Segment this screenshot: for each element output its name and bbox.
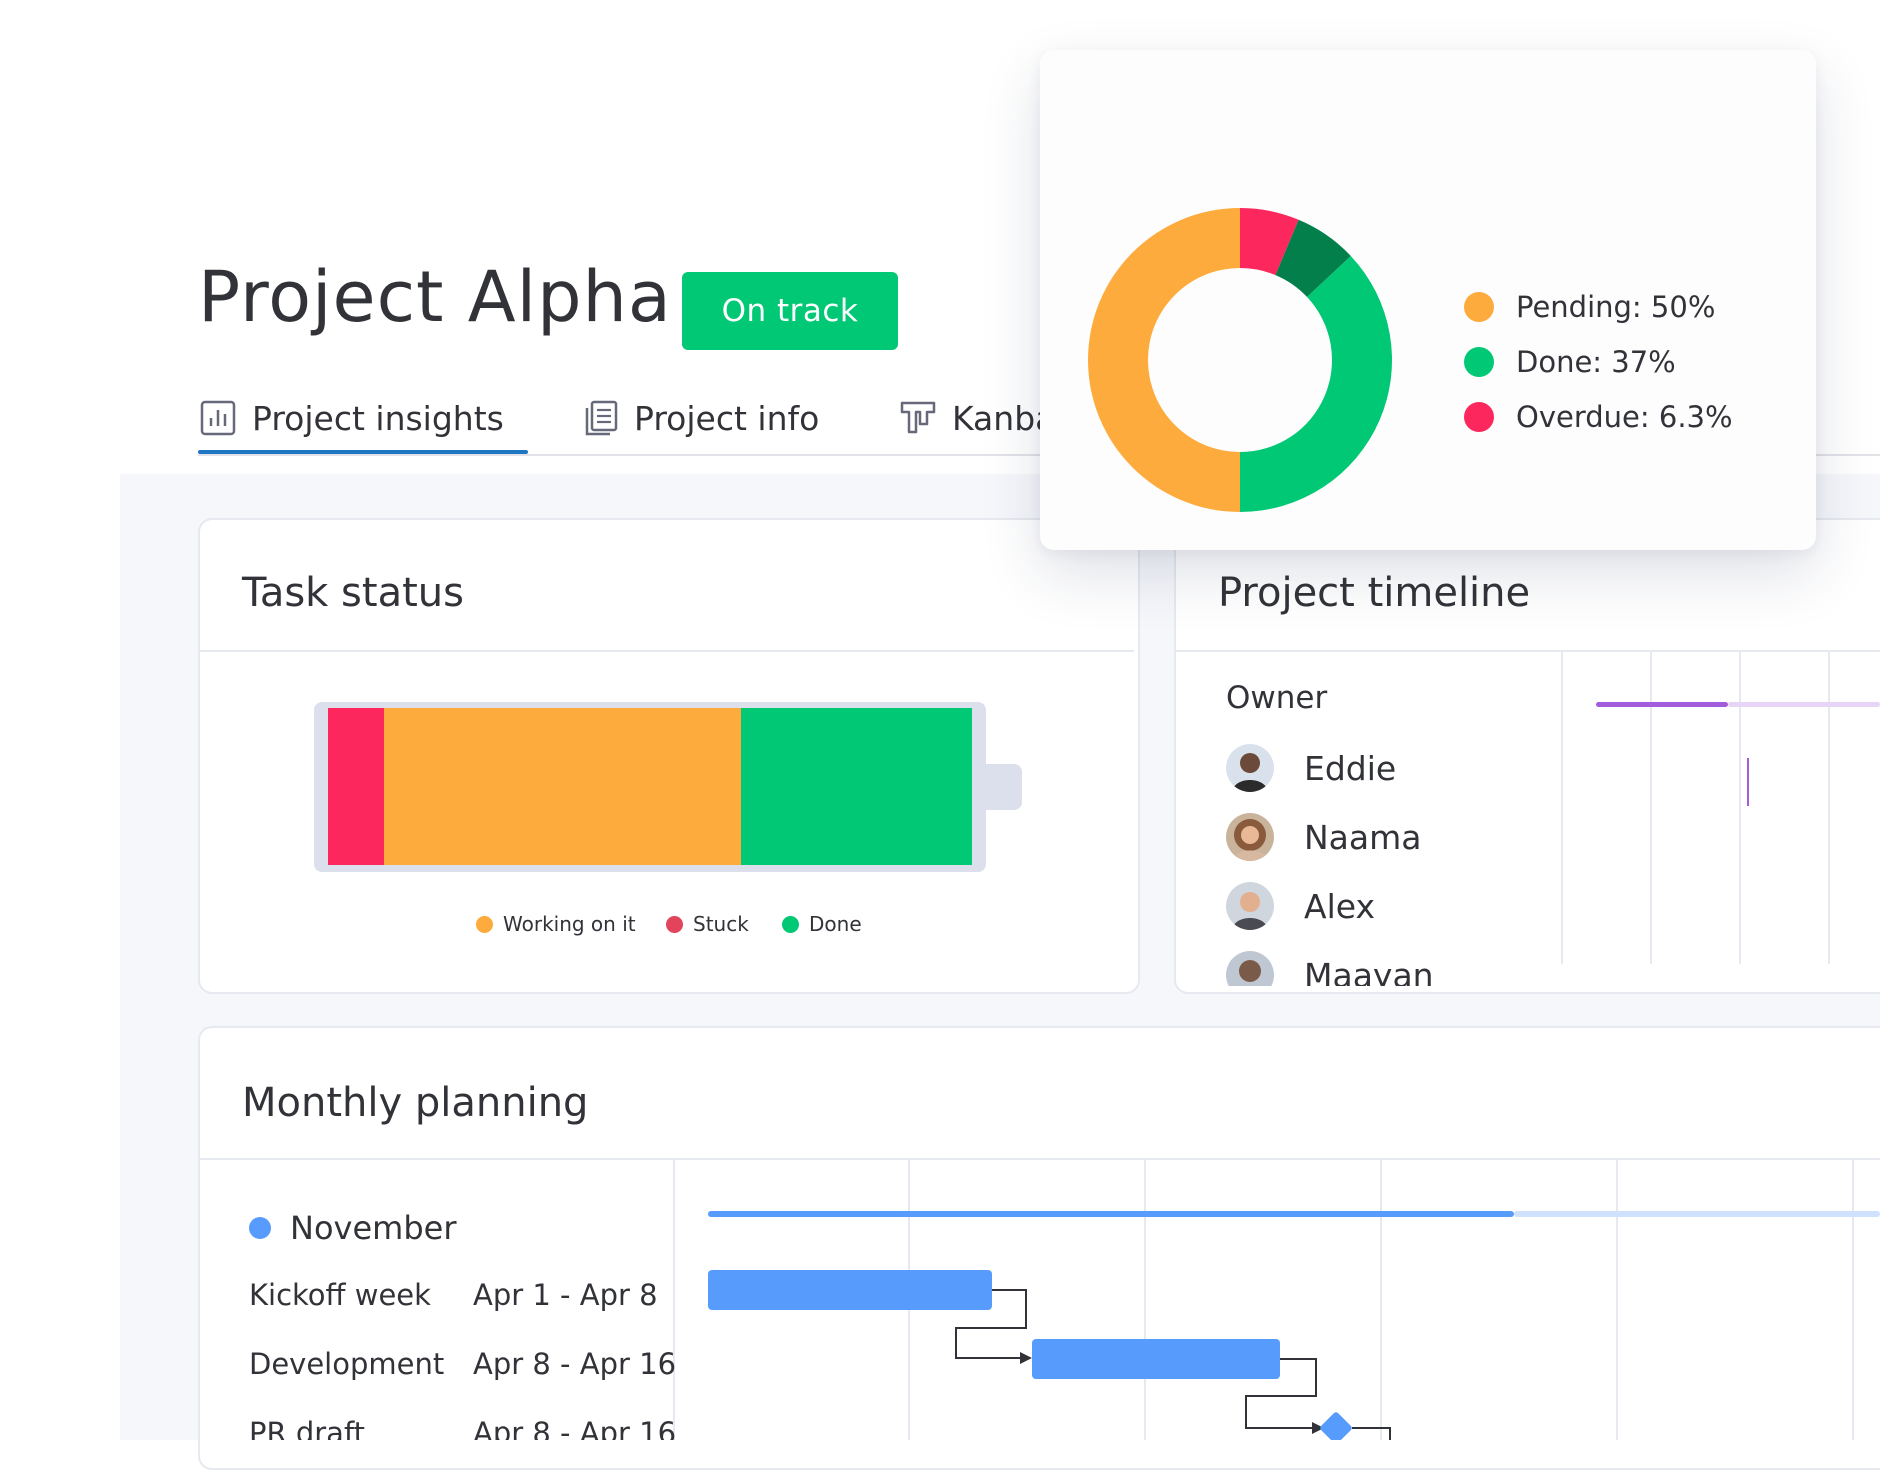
donut-legend-overdue: Overdue: 6.3% — [1464, 400, 1733, 434]
planning-column-divider — [673, 1160, 675, 1440]
owner-row[interactable]: Maayan — [1226, 950, 1434, 986]
tab-kanban[interactable]: Kanba — [900, 398, 1055, 438]
legend-dot — [782, 915, 799, 933]
battery-segment-done — [741, 708, 972, 865]
task-row-clip: PR draft Apr 8 - Apr 16 — [198, 1404, 678, 1440]
donut-chart — [1088, 208, 1392, 512]
avatar — [1226, 813, 1274, 861]
gantt-group-track — [1514, 1211, 1880, 1217]
legend-label: Working on it — [503, 912, 636, 936]
legend-dot — [476, 915, 493, 933]
legend-label: Stuck — [693, 912, 749, 936]
tab-project-info[interactable]: Project info — [584, 398, 819, 438]
project-timeline-title: Project timeline — [1218, 570, 1531, 616]
donut-slice-pending[interactable] — [1088, 208, 1240, 512]
battery-segment-working — [384, 708, 741, 865]
card-divider — [200, 1158, 1880, 1160]
owner-name: Maayan — [1304, 955, 1434, 987]
donut-legend-done: Done: 37% — [1464, 345, 1676, 379]
task-dates[interactable]: Apr 1 - Apr 8 — [473, 1278, 658, 1312]
tab-label: Project info — [634, 398, 820, 438]
timeline-gridline — [1739, 652, 1741, 964]
legend-item-stuck: Stuck — [666, 912, 749, 936]
card-divider — [1176, 650, 1880, 652]
legend-dot — [1464, 347, 1494, 377]
task-name[interactable]: Kickoff week — [249, 1278, 431, 1312]
legend-label: Overdue: 6.3% — [1516, 400, 1733, 434]
group-color-dot — [249, 1217, 271, 1239]
owner-name: Eddie — [1304, 748, 1397, 788]
monthly-planning-title: Monthly planning — [242, 1080, 589, 1126]
avatar — [1226, 744, 1274, 792]
owner-name: Naama — [1304, 817, 1422, 857]
owner-row-clip: Maayan — [1176, 946, 1876, 986]
legend-item-working: Working on it — [476, 912, 636, 936]
tab-project-insights[interactable]: Project insights — [200, 398, 504, 438]
document-icon — [585, 400, 618, 436]
timeline-gridline — [1828, 652, 1830, 964]
battery-chart — [328, 708, 972, 865]
legend-item-done: Done — [782, 912, 862, 936]
task-name[interactable]: Development — [249, 1347, 444, 1381]
gantt-gridline — [1852, 1160, 1854, 1440]
legend-label: Done: 37% — [1516, 345, 1676, 379]
gantt-gridline — [1616, 1160, 1618, 1440]
legend-dot — [1464, 402, 1494, 432]
group-name[interactable]: November — [290, 1209, 456, 1247]
timeline-gridline — [1561, 652, 1563, 964]
owner-name: Alex — [1304, 886, 1375, 926]
owner-row[interactable]: Alex — [1226, 881, 1375, 931]
timeline-marker — [1747, 758, 1749, 806]
gantt-group-progress — [708, 1211, 1514, 1217]
task-name[interactable]: PR draft — [249, 1416, 365, 1440]
kanban-icon — [900, 401, 936, 434]
page-title: Project Alpha — [198, 256, 672, 338]
timeline-progress-bar — [1596, 702, 1728, 707]
donut-legend-pending: Pending: 50% — [1464, 290, 1715, 324]
gantt-dependency-arrows — [955, 1289, 1391, 1440]
legend-dot — [666, 915, 683, 933]
avatar — [1226, 951, 1274, 986]
owner-column-header: Owner — [1226, 680, 1328, 716]
owner-row[interactable]: Naama — [1226, 812, 1422, 862]
card-divider — [200, 650, 1134, 652]
task-dates[interactable]: Apr 8 - Apr 16 — [473, 1416, 676, 1440]
avatar — [1226, 882, 1274, 930]
tab-label: Project insights — [252, 398, 504, 438]
legend-label: Done — [809, 912, 862, 936]
timeline-progress-track — [1728, 702, 1880, 707]
tab-active-indicator — [198, 450, 528, 454]
battery-chart-cap — [986, 764, 1022, 810]
legend-label: Pending: 50% — [1516, 290, 1716, 324]
owner-row[interactable]: Eddie — [1226, 743, 1396, 793]
task-status-title: Task status — [242, 570, 464, 616]
donut-slice-done[interactable] — [1240, 255, 1392, 512]
timeline-gridline — [1650, 652, 1652, 964]
bar-chart-icon — [200, 400, 236, 436]
status-badge[interactable]: On track — [682, 272, 898, 350]
legend-dot — [1464, 292, 1494, 322]
task-dates[interactable]: Apr 8 - Apr 16 — [473, 1347, 676, 1381]
battery-segment-stuck — [328, 708, 384, 865]
